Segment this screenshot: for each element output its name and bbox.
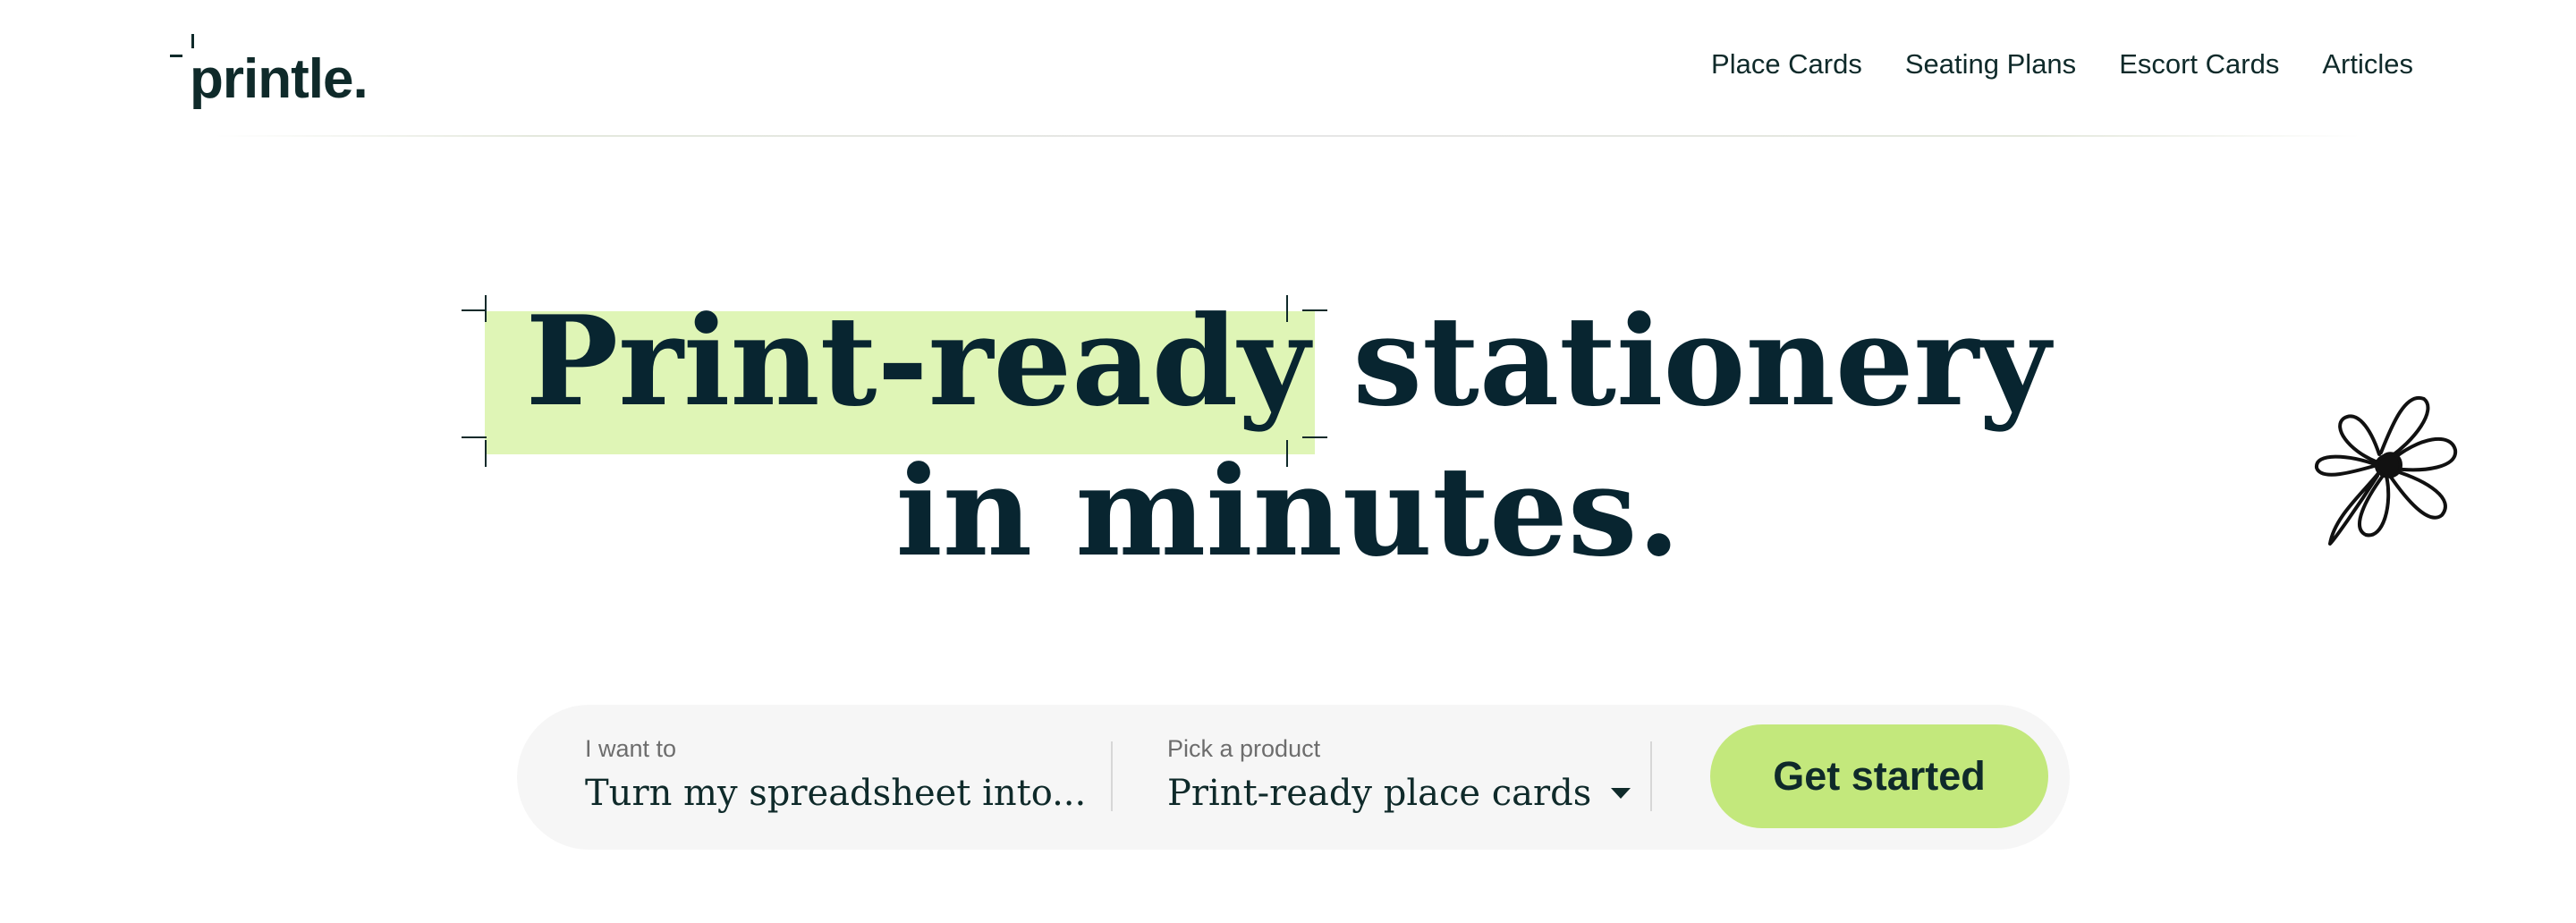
hero-line-1-rest: stationery xyxy=(1352,288,2051,434)
page: printle. Place Cards Seating Plans Escor… xyxy=(0,0,2576,923)
main-nav: Place Cards Seating Plans Escort Cards A… xyxy=(1711,48,2413,80)
product-select-label: Pick a product xyxy=(1167,735,1321,762)
product-select-value-row[interactable]: Print-ready place cards xyxy=(1167,775,1631,811)
product-select[interactable]: Pick a product Print-ready place cards xyxy=(1167,737,1631,811)
crop-mark-icon xyxy=(1302,309,1328,311)
nav-place-cards[interactable]: Place Cards xyxy=(1711,48,1862,80)
flower-doodle-icon xyxy=(2315,395,2458,546)
site-header: printle. Place Cards Seating Plans Escor… xyxy=(0,0,2576,137)
field-divider xyxy=(1111,741,1113,811)
header-divider xyxy=(215,135,2361,137)
crop-mark-icon xyxy=(1302,436,1328,438)
product-select-value: Print-ready place cards xyxy=(1167,773,1592,814)
crop-mark-icon xyxy=(484,440,487,467)
logo-link[interactable]: printle. xyxy=(166,27,369,110)
hero-title: Print-ready stationery in minutes. xyxy=(0,286,2576,587)
search-bar: I want to Turn my spreadsheet into... Pi… xyxy=(517,705,2070,850)
nav-seating-plans[interactable]: Seating Plans xyxy=(1905,48,2076,80)
logo-text: printle. xyxy=(190,48,369,110)
want-field[interactable]: I want to Turn my spreadsheet into... xyxy=(585,735,1086,812)
hero-line-1: Print-ready stationery xyxy=(0,286,2576,467)
crop-mark-icon xyxy=(461,309,487,311)
crop-mark-icon xyxy=(1286,440,1289,467)
crop-mark-icon xyxy=(166,27,194,63)
crop-mark-icon xyxy=(484,295,487,322)
want-field-value[interactable]: Turn my spreadsheet into... xyxy=(585,775,1086,811)
field-divider xyxy=(1650,741,1652,811)
hero-highlight: Print-ready xyxy=(461,286,1328,467)
nav-escort-cards[interactable]: Escort Cards xyxy=(2119,48,2279,80)
get-started-button[interactable]: Get started xyxy=(1710,724,2048,828)
chevron-down-icon[interactable] xyxy=(1611,788,1631,799)
nav-articles[interactable]: Articles xyxy=(2322,48,2413,80)
crop-mark-icon xyxy=(1286,295,1289,322)
hero-highlight-text: Print-ready xyxy=(525,288,1310,434)
crop-mark-icon xyxy=(461,436,487,438)
want-field-label: I want to xyxy=(585,735,677,762)
